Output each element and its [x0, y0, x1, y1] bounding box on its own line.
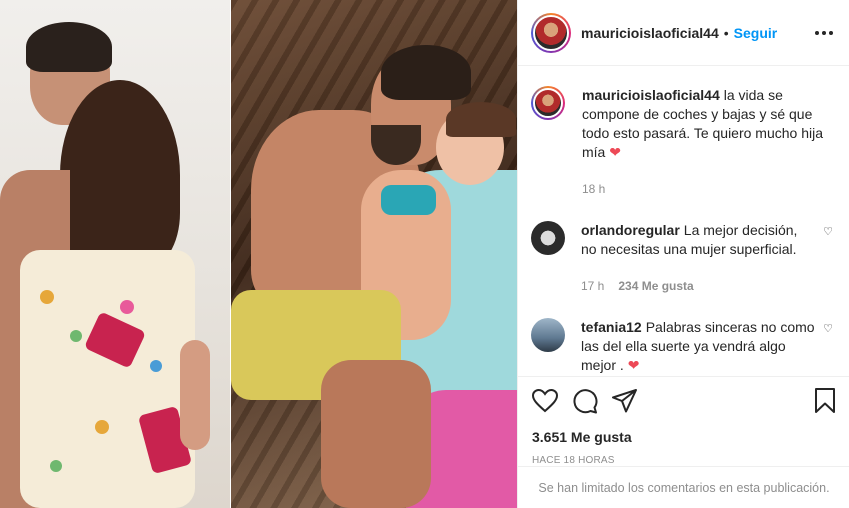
more-options-icon[interactable] — [815, 30, 833, 35]
avatar[interactable] — [531, 12, 571, 53]
post-timestamp[interactable]: HACE 18 HORAS — [532, 455, 836, 466]
photo-father-sleeping-with-daughter — [231, 0, 517, 508]
comment-icon[interactable] — [572, 388, 598, 417]
action-bar: 3.651 Me gusta HACE 18 HORAS — [518, 376, 849, 466]
likes-count[interactable]: 3.651 Me gusta — [532, 429, 836, 445]
caption-avatar[interactable] — [531, 86, 565, 120]
post-username[interactable]: mauricioislaoficial44 — [581, 25, 719, 41]
avatar[interactable] — [531, 221, 565, 255]
caption-time[interactable]: 18 h — [582, 180, 605, 199]
separator-dot: • — [723, 24, 729, 41]
avatar[interactable] — [531, 318, 565, 352]
follow-button[interactable]: Seguir — [734, 25, 778, 41]
list-item: orlandoregular La mejor decisión, no nece… — [531, 221, 833, 296]
comment-time[interactable]: 17 h — [581, 277, 604, 296]
comment-like-heart-icon[interactable]: ♡ — [823, 225, 833, 296]
caption: mauricioislaoficial44 la vida se compone … — [531, 86, 833, 199]
caption-meta: 18 h — [582, 180, 833, 199]
photo-father-carrying-daughter — [0, 0, 230, 508]
comment-username[interactable]: tefania12 — [581, 319, 642, 335]
red-heart-emoji: ❤ — [627, 357, 640, 373]
comment-username[interactable]: orlandoregular — [581, 222, 680, 238]
comments-limited-notice: Se han limitado los comentarios en esta … — [518, 466, 849, 508]
send-icon[interactable] — [612, 388, 638, 416]
caption-username[interactable]: mauricioislaoficial44 — [582, 87, 720, 103]
comment-like-heart-icon[interactable]: ♡ — [823, 322, 833, 375]
comment-likes[interactable]: 234 Me gusta — [618, 277, 693, 296]
comment-meta: 17 h 234 Me gusta — [581, 277, 815, 296]
post-header: mauricioislaoficial44 • Seguir — [518, 0, 849, 66]
comments-list[interactable]: mauricioislaoficial44 la vida se compone … — [518, 66, 849, 376]
bookmark-icon[interactable] — [814, 387, 836, 417]
post-media[interactable] — [0, 0, 517, 508]
heart-icon[interactable] — [531, 388, 559, 416]
post-sidebar: mauricioislaoficial44 • Seguir mauricioi… — [517, 0, 849, 508]
red-heart-emoji: ❤ — [609, 144, 621, 160]
list-item: tefania12 Palabras sinceras no como las d… — [531, 318, 833, 375]
